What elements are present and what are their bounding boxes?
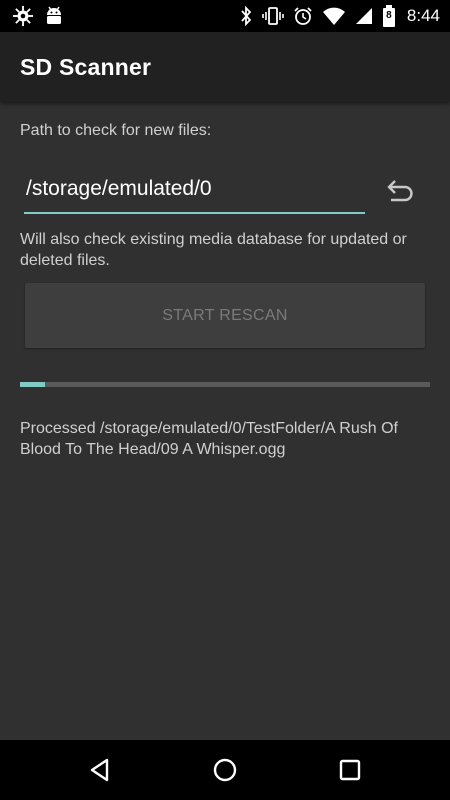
app-bar: SD Scanner [0, 32, 450, 102]
info-text: Will also check existing media database … [20, 231, 407, 269]
start-rescan-button[interactable]: START RESCAN [25, 283, 425, 348]
progress-bar [20, 382, 430, 387]
recents-icon [335, 755, 365, 785]
battery-icon: 8 [382, 5, 396, 27]
processed-status-text: Processed /storage/emulated/0/TestFolder… [20, 420, 398, 458]
path-input[interactable] [24, 166, 365, 214]
vibrate-icon [262, 6, 284, 26]
undo-icon [386, 178, 416, 209]
android-icon [44, 5, 64, 27]
settings-gear-icon [12, 5, 34, 27]
alarm-icon [293, 6, 313, 26]
home-button[interactable] [210, 755, 240, 785]
signal-icon [355, 6, 373, 26]
progress-fill [20, 382, 45, 387]
battery-level-text: 8 [386, 10, 392, 21]
undo-button[interactable] [380, 172, 422, 214]
status-bar: 8 8:44 [0, 0, 450, 32]
home-icon [210, 755, 240, 785]
back-button[interactable] [85, 755, 115, 785]
bluetooth-icon [239, 6, 253, 26]
screen: 8 8:44 SD Scanner Path to check for new … [0, 0, 450, 800]
path-label: Path to check for new files: [20, 122, 212, 139]
app-title: SD Scanner [20, 54, 152, 80]
recents-button[interactable] [335, 755, 365, 785]
navigation-bar [0, 740, 450, 800]
wifi-icon [322, 6, 346, 26]
back-icon [85, 755, 115, 785]
clock-text: 8:44 [406, 6, 440, 25]
